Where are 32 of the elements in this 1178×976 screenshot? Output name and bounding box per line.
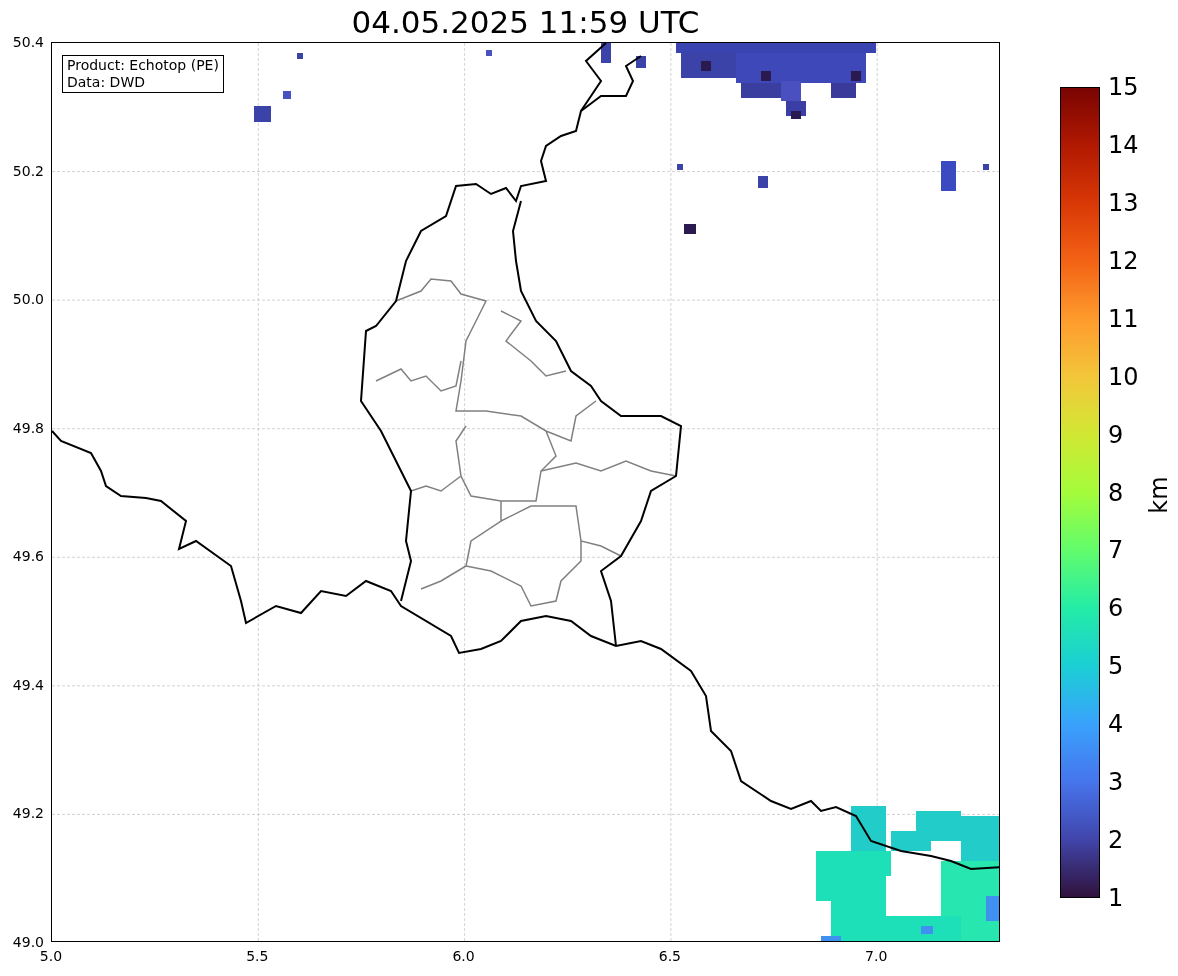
colorbar-label: km [1143,476,1174,514]
colorbar-tick-label: 6 [1108,594,1124,623]
y-tick-label: 50.0 [11,291,44,308]
chart-title: 04.05.2025 11:59 UTC [350,3,701,42]
y-tick-label: 49.6 [11,548,44,565]
info-text: Product: Echotop (PE) [67,57,219,74]
x-tick-label: 7.0 [864,948,889,964]
colorbar-tick-label: 13 [1108,188,1139,217]
y-tick-label: 49.8 [11,419,44,436]
colorbar-tick-label: 8 [1108,478,1124,507]
colorbar-tick-label: 9 [1108,420,1124,449]
colorbar-tick-label: 14 [1108,130,1139,159]
y-tick-label: 49.0 [11,934,44,950]
y-tick-label: 49.2 [11,805,44,822]
colorbar-tick-label: 2 [1108,826,1124,855]
colorbar-tick-label: 7 [1108,536,1124,565]
info-text: Data: DWD [67,74,146,91]
x-tick-label: 5.0 [38,948,64,964]
colorbar-tick-label: 4 [1108,710,1124,739]
colorbar-tick-label: 15 [1108,73,1139,101]
colorbar-tick-label: 3 [1108,768,1124,797]
colorbar-tick-label: 5 [1108,652,1124,681]
colorbar-tick-label: 10 [1108,362,1139,391]
x-tick-label: 6.5 [657,948,682,964]
y-tick-label: 49.4 [11,676,44,693]
colorbar-tick-label: 12 [1108,246,1139,275]
y-tick-label: 50.4 [11,34,44,50]
colorbar-tick-label: 1 [1108,884,1124,912]
colorbar-tick-label: 11 [1108,304,1139,333]
x-tick-label: 6.0 [451,948,476,964]
y-tick-label: 50.2 [11,162,44,179]
x-tick-label: 5.5 [245,948,270,964]
